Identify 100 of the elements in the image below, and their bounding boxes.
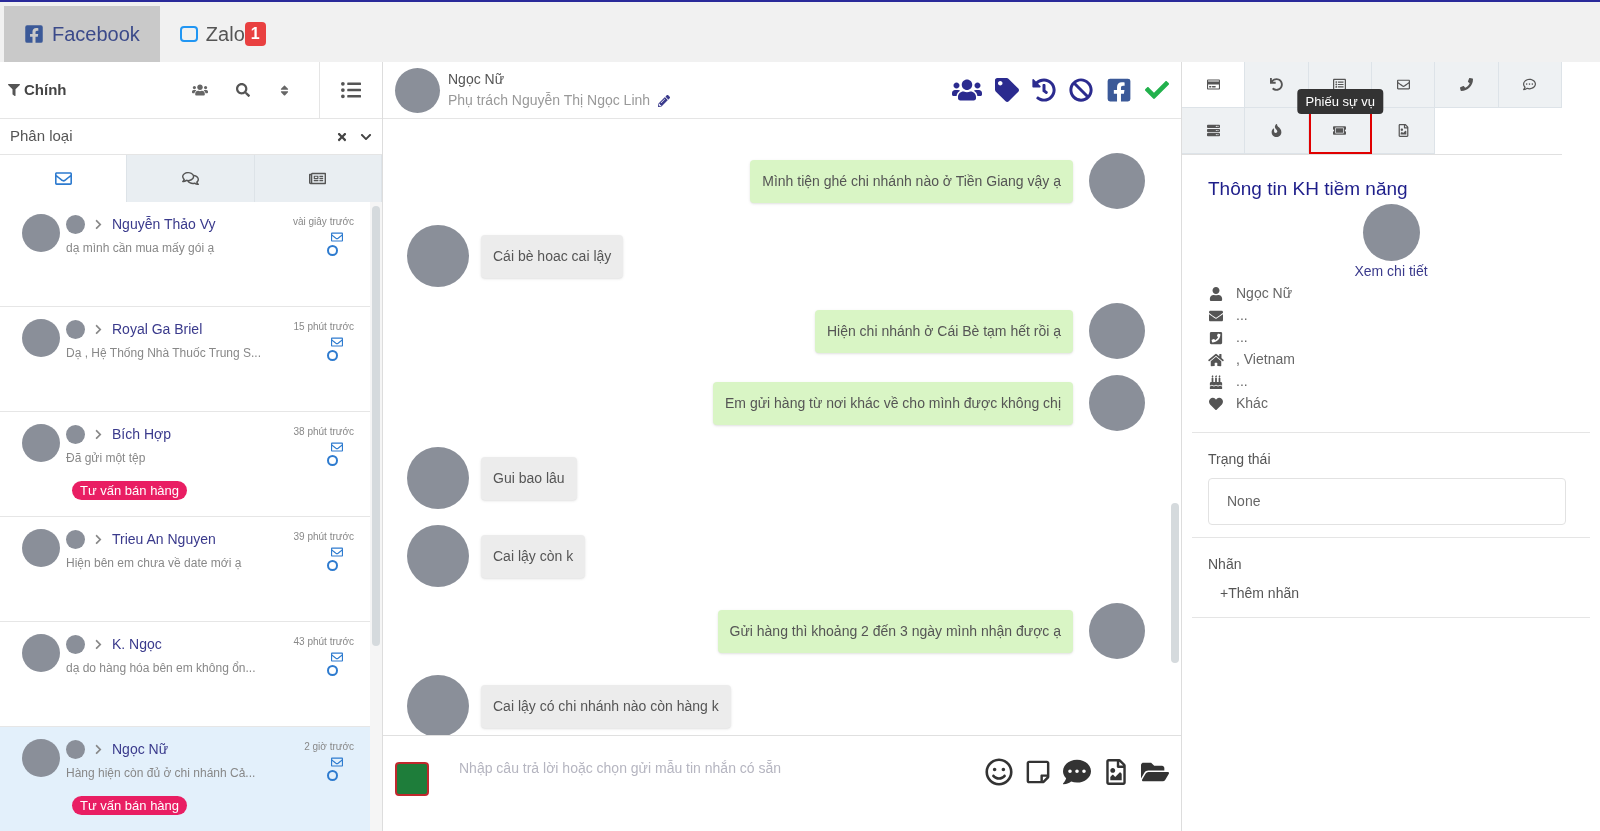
tab-icon [1270, 78, 1283, 91]
message-time: vài giây trước [292, 215, 354, 229]
incoming-message: Gui bao lâu [481, 456, 577, 500]
status-label: Trạng thái [1208, 449, 1272, 469]
comment-icon[interactable] [1063, 758, 1091, 786]
chat-contact-name: Ngọc Nữ [448, 70, 506, 89]
message-preview: Đã gửi một tệp [66, 450, 147, 467]
avatar [22, 319, 60, 357]
conversation-item[interactable]: Ngọc Nữ Hàng hiện còn đủ ở chi nhánh Cả... Tư vấn bán hàng 2 giờ trước [0, 727, 370, 831]
message-time: 38 phút trước [293, 425, 354, 439]
contact-name: K. Ngọc [112, 635, 162, 654]
filter-label: Chính [24, 79, 68, 100]
emoji-icon[interactable] [985, 758, 1013, 786]
add-label-link[interactable]: +Thêm nhãn [1220, 582, 1299, 604]
assignee-text: Phụ trách Nguyễn Thị Ngọc Linh [448, 91, 651, 110]
field-icon [1208, 286, 1224, 301]
scrollbar-thumb[interactable] [372, 206, 380, 646]
tab-icon [1270, 124, 1283, 137]
incoming-message: Cái bè hoac cai lậy [481, 234, 624, 278]
message-time: 39 phút trước [293, 530, 354, 544]
contact-name: Trieu An Nguyen [112, 530, 216, 549]
envelope-icon [331, 756, 343, 768]
contact-name: Nguyễn Thảo Vy [112, 215, 216, 234]
field-value: , Vietnam [1236, 350, 1295, 369]
image-file-icon[interactable] [1103, 759, 1129, 785]
field-value: ... [1236, 372, 1248, 391]
scrollbar-thumb[interactable] [1171, 503, 1179, 663]
outgoing-message: Gửi hàng thì khoảng 2 đến 3 ngày mình nhận được ạ [717, 609, 1073, 653]
message-preview: Hiện bên em chưa về date mới ạ [66, 555, 243, 572]
platform-tab[interactable]: Zalo 1 [159, 6, 286, 62]
field-icon [1208, 396, 1224, 411]
section-title: Thông tin KH tiềm năng [1208, 177, 1409, 201]
contact-name: Royal Ga Briel [112, 320, 203, 339]
conversation-tag: Tư vấn bán hàng [72, 481, 188, 500]
reply-input[interactable]: Nhập câu trả lời hoặc chọn gửi mẫu tin nhắn có sẵn [459, 758, 985, 779]
sort-icon[interactable] [278, 83, 291, 97]
info-tab[interactable] [1182, 108, 1246, 154]
avatar [1089, 153, 1145, 209]
page-avatar [66, 320, 85, 339]
facebook-icon [24, 24, 44, 44]
chevron-right-icon [93, 534, 104, 545]
detail-link[interactable]: Xem chi tiết [1354, 260, 1428, 282]
check-icon[interactable] [1145, 78, 1169, 102]
close-icon[interactable] [336, 130, 348, 143]
envelope-icon [331, 231, 343, 243]
field-icon [1208, 330, 1224, 345]
tooltip: Phiếu sự vụ [1297, 88, 1383, 114]
field-value: ... [1236, 306, 1248, 325]
contact-name: Ngọc Nữ [112, 740, 169, 759]
tab-icon [1523, 78, 1537, 91]
tab-icon [1396, 124, 1410, 137]
outgoing-message: Em gửi hàng từ nơi khác về cho mình được không chị [713, 381, 1073, 425]
avatar [22, 529, 60, 567]
avatar [1089, 303, 1145, 359]
tab-icon [54, 170, 72, 187]
outgoing-message: Hiện chi nhánh ở Cái Bè tạm hết rồi ạ [814, 309, 1073, 353]
search-icon[interactable] [236, 83, 250, 97]
count-badge: 1 [244, 22, 266, 46]
avatar [1089, 603, 1145, 659]
category-label: Phân loại [10, 126, 74, 147]
chevron-right-icon [93, 219, 104, 230]
status-field[interactable]: None [1208, 477, 1566, 525]
contact-name: Bích Hợp [112, 425, 171, 444]
note-icon[interactable] [1025, 759, 1051, 785]
envelope-icon [331, 336, 343, 348]
edit-icon[interactable] [658, 94, 671, 107]
tab-icon [1206, 78, 1220, 91]
field-icon [1208, 374, 1224, 389]
outgoing-message: Mình tiện ghé chi nhánh nào ở Tiền Giang vậy ạ [750, 159, 1073, 203]
message-preview: dạ do hàng hóa bên em không ổn... [66, 660, 257, 677]
field-icon [1208, 308, 1224, 323]
incoming-message: Cai lậy còn k [481, 534, 586, 578]
avatar [22, 214, 60, 252]
chevron-right-icon [93, 639, 104, 650]
history-icon[interactable] [1032, 78, 1056, 102]
platform-tab[interactable]: Facebook [4, 6, 160, 62]
list-icon[interactable] [341, 80, 361, 100]
chat-logo-icon [179, 26, 198, 42]
chevron-right-icon [93, 429, 104, 440]
tab-icon [182, 170, 199, 187]
info-tab[interactable] [1245, 108, 1309, 154]
page-avatar [66, 740, 85, 759]
tag-icon[interactable] [995, 78, 1019, 102]
avatar [22, 424, 60, 462]
info-tab[interactable] [1372, 62, 1436, 108]
message-time: 2 giờ trước [304, 740, 354, 754]
field-value: Ngọc Nữ [1236, 284, 1293, 303]
tab-icon [1333, 124, 1347, 137]
avatar [407, 675, 469, 735]
app-logo-icon [395, 762, 429, 796]
block-icon[interactable] [1069, 78, 1093, 102]
info-tab[interactable] [1372, 108, 1436, 154]
tab-icon [1396, 78, 1410, 91]
chevron-right-icon [93, 744, 104, 755]
avatar [22, 739, 60, 777]
message-preview: Dạ , Hệ Thống Nhà Thuốc Trung S... [66, 345, 262, 362]
facebook-icon[interactable] [1106, 77, 1132, 103]
group-icon[interactable] [192, 82, 208, 98]
avatar [22, 634, 60, 672]
message-time: 43 phút trước [293, 635, 354, 649]
